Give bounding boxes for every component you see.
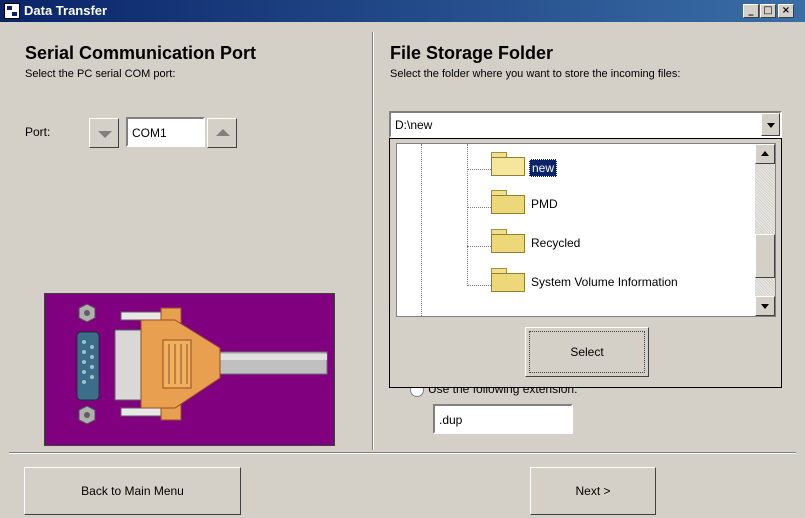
- folder-icon: [491, 268, 525, 292]
- minimize-button[interactable]: _: [743, 4, 759, 18]
- tree-item-label: System Volume Information: [531, 275, 678, 289]
- tree-line: [467, 285, 491, 286]
- tree-line: [467, 169, 491, 170]
- data-transfer-window: Data Transfer _ □ × Serial Communication…: [0, 0, 805, 518]
- back-to-main-menu-button[interactable]: Back to Main Menu: [24, 467, 241, 515]
- chevron-up-icon: [216, 129, 230, 136]
- maximize-button[interactable]: □: [760, 4, 776, 18]
- tree-item-label: PMD: [531, 197, 558, 211]
- folder-dropdown: new PMD Recycled System Volume Informati…: [389, 138, 782, 388]
- serial-connector-image: [76, 303, 328, 425]
- scroll-down-button[interactable]: [755, 296, 775, 316]
- port-decrease-button[interactable]: [89, 118, 119, 148]
- tree-item-label: Recycled: [531, 236, 581, 250]
- select-button-label: Select: [570, 345, 604, 359]
- tree-line: [467, 246, 491, 247]
- port-field[interactable]: COM1: [126, 117, 205, 147]
- port-increase-button[interactable]: [207, 118, 237, 148]
- file-storage-heading: File Storage Folder: [390, 43, 554, 63]
- app-icon: [4, 3, 20, 19]
- extension-field[interactable]: .dup: [433, 404, 573, 434]
- next-button-label: Next >: [575, 484, 611, 498]
- next-button[interactable]: Next >: [530, 467, 656, 515]
- chevron-down-icon: [98, 131, 112, 138]
- folder-path-value: D:\new: [395, 118, 433, 132]
- arrow-up-icon: [761, 151, 769, 156]
- tree-scrollbar[interactable]: [755, 144, 775, 316]
- file-storage-subtitle: Select the folder where you want to stor…: [390, 68, 681, 80]
- folder-icon: [491, 229, 525, 253]
- serial-port-subtitle: Select the PC serial COM port:: [25, 68, 176, 80]
- tree-line: [467, 144, 468, 286]
- arrow-down-icon: [761, 304, 769, 309]
- dropdown-arrow-icon[interactable]: [761, 113, 780, 136]
- close-button[interactable]: ×: [778, 4, 794, 18]
- folder-icon: [491, 190, 525, 214]
- tree-line: [467, 207, 491, 208]
- footer-divider: [9, 452, 796, 454]
- title-bar[interactable]: Data Transfer _ □ ×: [0, 0, 805, 22]
- back-button-label: Back to Main Menu: [81, 484, 184, 498]
- scroll-up-button[interactable]: [755, 144, 775, 164]
- select-button[interactable]: Select: [525, 327, 649, 377]
- tree-line: [421, 144, 422, 316]
- serial-port-heading: Serial Communication Port: [25, 43, 257, 63]
- window-title: Data Transfer: [24, 3, 108, 18]
- tree-item-label: new: [529, 159, 558, 177]
- serial-connector-illustration: [44, 293, 335, 446]
- folder-path-combo[interactable]: D:\new: [389, 111, 782, 138]
- folder-tree: new PMD Recycled System Volume Informati…: [396, 143, 776, 317]
- scroll-thumb[interactable]: [755, 234, 775, 278]
- open-folder-icon: [491, 152, 525, 176]
- port-label: Port:: [25, 125, 51, 139]
- panel-divider: [372, 32, 374, 450]
